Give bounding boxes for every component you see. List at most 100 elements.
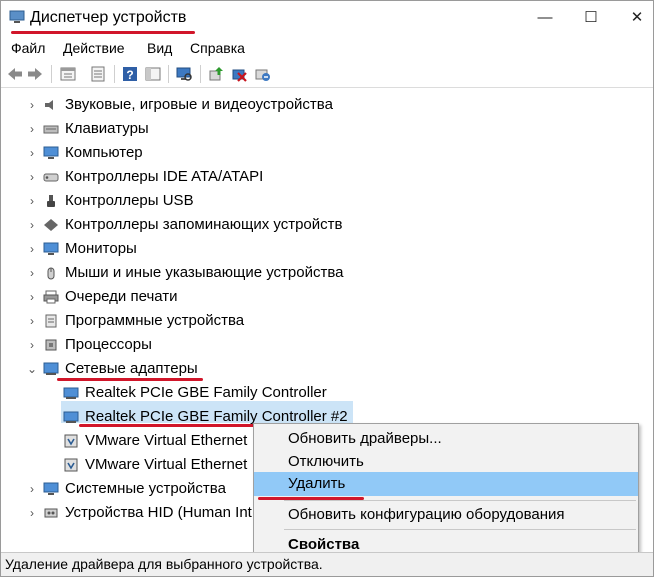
virtual-network-icon bbox=[64, 458, 78, 472]
mouse-icon bbox=[47, 267, 55, 280]
window-title: Диспетчер устройств bbox=[30, 9, 187, 26]
help-icon[interactable]: ? bbox=[121, 65, 139, 83]
tree-item-label: Компьютер bbox=[65, 144, 143, 161]
menu-uninstall-label: Удалить bbox=[288, 475, 346, 492]
chevron-down-icon[interactable]: ⌄ bbox=[27, 357, 37, 381]
speaker-icon bbox=[45, 100, 53, 110]
tree-item-label: Звуковые, игровые и видеоустройства bbox=[65, 96, 333, 113]
chevron-right-icon[interactable]: › bbox=[27, 309, 37, 333]
menu-bar: Файл Действие Вид Справка bbox=[1, 37, 653, 59]
tree-category[interactable]: › Очереди печати bbox=[1, 285, 653, 309]
ide-controller-icon bbox=[43, 173, 59, 182]
tree-item-label: Контроллеры USB bbox=[65, 192, 194, 209]
tree-item-label: Клавиатуры bbox=[65, 120, 149, 137]
tree-category[interactable]: › Компьютер bbox=[1, 141, 653, 165]
system-device-icon bbox=[43, 482, 59, 495]
back-arrow-icon[interactable] bbox=[6, 65, 24, 83]
menu-view[interactable]: Вид bbox=[147, 40, 172, 56]
tree-item-label: Программные устройства bbox=[65, 312, 245, 329]
toolbar-separator bbox=[51, 65, 52, 83]
network-card-icon bbox=[63, 411, 79, 423]
console-tree-icon[interactable] bbox=[144, 65, 162, 83]
menu-help[interactable]: Справка bbox=[190, 40, 245, 56]
update-driver-icon[interactable] bbox=[207, 65, 225, 83]
menu-uninstall[interactable]: Удалить bbox=[254, 472, 638, 496]
properties-view-icon[interactable] bbox=[59, 65, 77, 83]
processor-icon bbox=[45, 339, 57, 351]
printer-icon bbox=[43, 290, 59, 304]
menu-action[interactable]: Действие bbox=[63, 40, 125, 56]
list-view-icon[interactable] bbox=[89, 65, 107, 83]
device-manager-icon bbox=[9, 10, 25, 23]
close-button[interactable]: ✕ bbox=[619, 6, 653, 30]
tree-category[interactable]: › Клавиатуры bbox=[1, 117, 653, 141]
status-text: Удаление драйвера для выбранного устройс… bbox=[5, 556, 323, 572]
chevron-right-icon[interactable]: › bbox=[27, 333, 37, 357]
menu-separator bbox=[284, 500, 636, 501]
monitor-icon bbox=[43, 242, 59, 255]
tree-category[interactable]: › Процессоры bbox=[1, 333, 653, 357]
chevron-right-icon[interactable]: › bbox=[27, 93, 37, 117]
tree-category[interactable]: › Звуковые, игровые и видеоустройства bbox=[1, 93, 653, 117]
menu-scan-hardware[interactable]: Обновить конфигурацию оборудования bbox=[254, 503, 638, 527]
status-bar: Удаление драйвера для выбранного устройс… bbox=[1, 552, 653, 576]
chevron-right-icon[interactable]: › bbox=[27, 477, 37, 501]
menu-file[interactable]: Файл bbox=[11, 40, 45, 56]
chevron-right-icon[interactable]: › bbox=[27, 189, 37, 213]
annotation-underline-selected-device bbox=[79, 424, 257, 427]
annotation-underline-title bbox=[11, 31, 195, 34]
forward-arrow-icon[interactable] bbox=[26, 65, 44, 83]
chevron-right-icon[interactable]: › bbox=[27, 117, 37, 141]
chevron-right-icon[interactable]: › bbox=[27, 501, 37, 525]
chevron-right-icon[interactable]: › bbox=[27, 261, 37, 285]
storage-controller-icon bbox=[44, 219, 58, 231]
tree-item-label: Очереди печати bbox=[65, 288, 178, 305]
tree-category[interactable]: › Мыши и иные указывающие устройства bbox=[1, 261, 653, 285]
uninstall-device-icon[interactable] bbox=[253, 65, 271, 83]
disable-device-icon[interactable] bbox=[230, 65, 248, 83]
menu-disable[interactable]: Отключить bbox=[254, 450, 638, 474]
annotation-underline-uninstall bbox=[258, 497, 364, 500]
menu-scan-hardware-label: Обновить конфигурацию оборудования bbox=[288, 506, 565, 523]
tree-item-label: Контроллеры запоминающих устройств bbox=[65, 216, 343, 233]
maximize-button[interactable]: ☐ bbox=[573, 6, 609, 30]
tree-category[interactable]: › Программные устройства bbox=[1, 309, 653, 333]
monitor-scan-icon[interactable] bbox=[175, 65, 193, 83]
chevron-right-icon[interactable]: › bbox=[27, 165, 37, 189]
virtual-network-icon bbox=[64, 434, 78, 448]
tree-item-label: Системные устройства bbox=[65, 480, 226, 497]
chevron-right-icon[interactable]: › bbox=[27, 213, 37, 237]
menu-disable-label: Отключить bbox=[288, 453, 364, 470]
tree-item-label: Процессоры bbox=[65, 336, 152, 353]
network-card-icon bbox=[63, 387, 79, 399]
tree-category[interactable]: › Контроллеры USB bbox=[1, 189, 653, 213]
hid-icon bbox=[44, 508, 58, 518]
tree-category[interactable]: › Мониторы bbox=[1, 237, 653, 261]
tree-item-label: Мыши и иные указывающие устройства bbox=[65, 264, 344, 281]
tree-item-label: VMware Virtual Ethernet bbox=[85, 456, 248, 473]
context-menu: Обновить драйверы... Отключить Удалить О… bbox=[253, 423, 639, 561]
menu-update-drivers-label: Обновить драйверы... bbox=[288, 430, 442, 447]
toolbar-separator bbox=[168, 65, 169, 83]
svg-text:?: ? bbox=[126, 68, 133, 82]
toolbar-separator bbox=[200, 65, 201, 83]
chevron-right-icon[interactable]: › bbox=[27, 237, 37, 261]
menu-update-drivers[interactable]: Обновить драйверы... bbox=[254, 427, 638, 451]
tree-item-label: VMware Virtual Ethernet bbox=[85, 432, 248, 449]
tree-category[interactable]: › Контроллеры запоминающих устройств bbox=[1, 213, 653, 237]
toolbar-separator bbox=[114, 65, 115, 83]
title-bar[interactable]: Диспетчер устройств — ☐ ✕ bbox=[1, 1, 653, 35]
chevron-right-icon[interactable]: › bbox=[27, 141, 37, 165]
tree-device-item[interactable]: Realtek PCIe GBE Family Controller bbox=[1, 381, 653, 405]
software-device-icon bbox=[45, 314, 57, 328]
minimize-button[interactable]: — bbox=[527, 6, 563, 30]
tree-item-label: Устройства HID (Human Int bbox=[65, 504, 252, 521]
usb-icon bbox=[47, 195, 55, 207]
tree-item-label: Realtek PCIe GBE Family Controller bbox=[85, 384, 327, 401]
tree-category[interactable]: › Контроллеры IDE ATA/ATAPI bbox=[1, 165, 653, 189]
chevron-right-icon[interactable]: › bbox=[27, 285, 37, 309]
toolbar: ? bbox=[1, 61, 653, 88]
tree-item-label: Мониторы bbox=[65, 240, 137, 257]
menu-separator bbox=[284, 529, 636, 530]
tree-item-label: Контроллеры IDE ATA/ATAPI bbox=[65, 168, 264, 185]
